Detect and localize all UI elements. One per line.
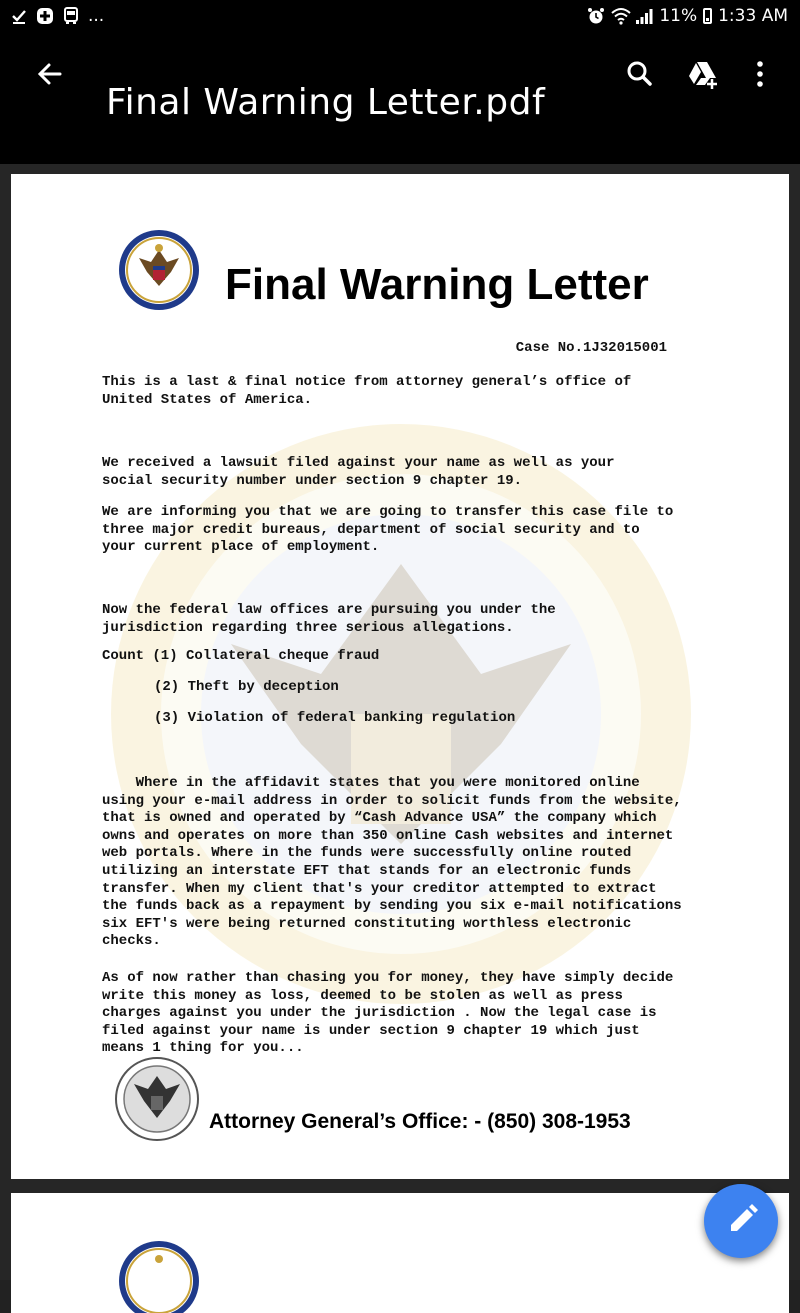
status-bar-system: 11% 1:33 AM — [587, 6, 788, 26]
battery-icon — [703, 8, 713, 24]
search-button[interactable] — [620, 54, 660, 94]
status-bar: ... 11% 1:33 AM — [0, 0, 800, 34]
paragraph-3: We are informing you that we are going t… — [102, 504, 674, 556]
paragraph-2: We received a lawsuit filed against your… — [102, 455, 615, 489]
paragraph-5: Where in the affidavit states that you w… — [102, 775, 682, 950]
count-2: (2) Theft by deception — [154, 679, 339, 695]
count-3: (3) Violation of federal banking regulat… — [154, 710, 516, 726]
back-arrow-icon — [37, 63, 62, 85]
alarm-icon — [587, 7, 605, 25]
count-1: Count (1) Collateral cheque fraud — [102, 648, 380, 664]
letter-heading: Final Warning Letter — [225, 260, 649, 309]
paragraph-6: As of now rather than chasing you for mo… — [102, 970, 674, 1057]
battery-percent: 11% — [659, 6, 698, 26]
pdf-page-2 — [11, 1193, 789, 1313]
signal-icon — [635, 7, 653, 25]
department-of-state-seal — [119, 230, 199, 310]
wifi-icon — [611, 7, 631, 25]
document-title: Final Warning Letter.pdf — [106, 82, 546, 123]
drive-add-icon — [689, 62, 717, 89]
pdf-viewer[interactable]: Final Warning Letter Case No.1J32015001 … — [0, 164, 800, 1313]
status-bar-notifications: ... — [10, 6, 104, 26]
more-notifications-indicator: ... — [88, 6, 105, 26]
download-done-icon — [10, 7, 28, 25]
more-vert-icon — [757, 61, 763, 87]
edit-pencil-icon — [731, 1204, 758, 1231]
attorney-general-contact: Attorney General’s Office: - (850) 308-1… — [209, 1110, 631, 1133]
more-options-button[interactable] — [740, 54, 780, 94]
app-bar: Final Warning Letter.pdf — [0, 34, 800, 164]
pdf-page-1: Final Warning Letter Case No.1J32015001 … — [11, 174, 789, 1179]
case-number: Case No.1J32015001 — [515, 340, 667, 356]
plus-badge-icon — [36, 7, 54, 25]
paragraph-4: Now the federal law offices are pursuing… — [102, 602, 556, 636]
clock: 1:33 AM — [718, 6, 788, 26]
back-button[interactable] — [30, 54, 70, 94]
department-of-state-seal — [119, 1241, 199, 1313]
search-icon — [627, 61, 652, 86]
paragraph-1: This is a last & final notice from attor… — [102, 374, 632, 408]
add-to-drive-button[interactable] — [683, 54, 723, 94]
department-of-justice-seal — [115, 1057, 199, 1141]
transit-icon — [62, 7, 80, 25]
edit-fab-button[interactable] — [704, 1184, 778, 1258]
